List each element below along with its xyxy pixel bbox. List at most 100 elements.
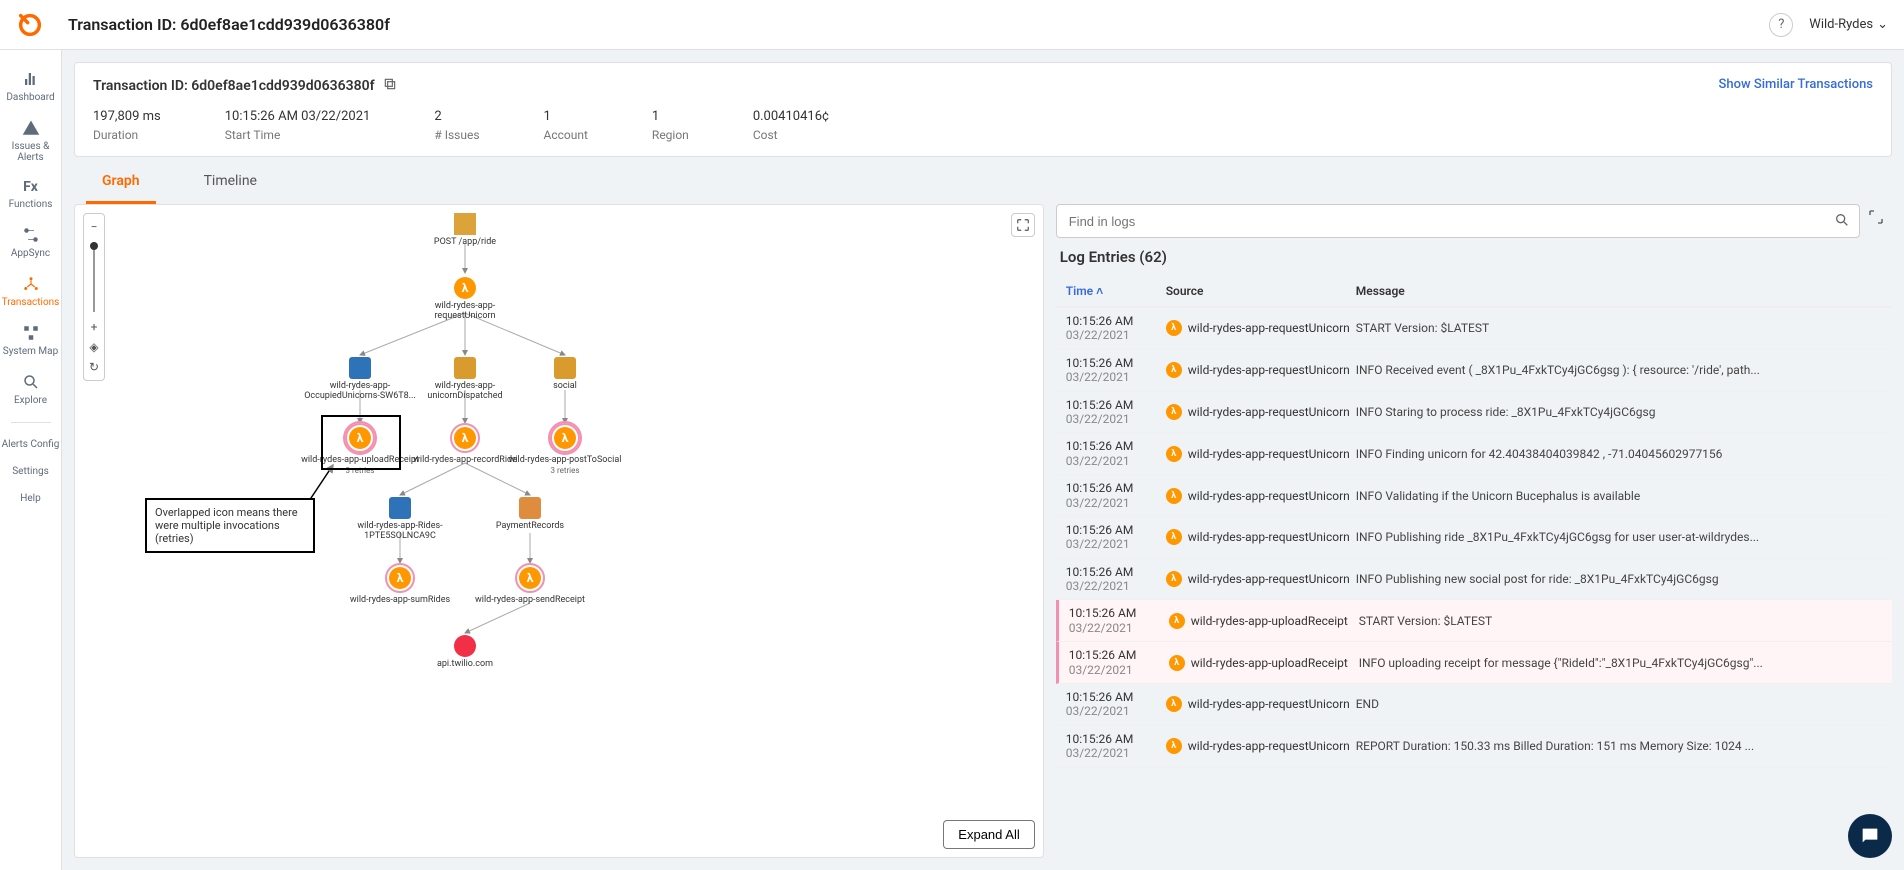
log-message: INFO Staring to process ride: _8X1Pu_4Fx… (1356, 405, 1882, 419)
chat-widget-button[interactable] (1848, 814, 1892, 858)
node-social[interactable]: social (505, 357, 625, 392)
sidebar-item-label: Issues & Alerts (12, 141, 50, 163)
apigateway-icon (454, 213, 476, 235)
node-paymentrecords[interactable]: PaymentRecords (470, 497, 590, 532)
log-time: 10:15:26 AM03/22/2021 (1066, 314, 1166, 343)
sidebar-item-explore[interactable]: Explore (1, 365, 61, 414)
stats-row: 197,809 msDuration10:15:26 AM 03/22/2021… (93, 109, 1873, 142)
log-row[interactable]: 10:15:26 AM03/22/2021 λwild-rydes-app-re… (1056, 517, 1892, 559)
sidebar-item-systemmap[interactable]: System Map (1, 316, 61, 365)
zoom-reset-button[interactable]: ↻ (85, 358, 103, 376)
similar-transactions-link[interactable]: Show Similar Transactions (1718, 77, 1873, 92)
org-name: Wild-Rydes (1809, 17, 1873, 32)
fx-icon: Fx (1, 179, 61, 195)
stat-label: Cost (753, 128, 829, 142)
log-time: 10:15:26 AM03/22/2021 (1066, 690, 1166, 719)
log-time: 10:15:26 AM03/22/2021 (1066, 398, 1166, 427)
log-row[interactable]: 10:15:26 AM03/22/2021 λwild-rydes-app-re… (1056, 350, 1892, 392)
zoom-out-button[interactable]: − (85, 218, 103, 236)
col-label: Time (1066, 284, 1093, 298)
nav-divider (11, 422, 51, 423)
stat-value: 0.00410416¢ (753, 109, 829, 124)
copy-button[interactable] (383, 77, 397, 95)
log-source: λwild-rydes-app-requestUnicorn (1166, 738, 1356, 754)
node-sendreceipt[interactable]: λ wild-rydes-app-sendReceipt (470, 563, 590, 606)
log-row[interactable]: 10:15:26 AM03/22/2021 λwild-rydes-app-re… (1056, 433, 1892, 475)
log-row[interactable]: 10:15:26 AM03/22/2021 λwild-rydes-app-re… (1056, 559, 1892, 601)
tab-graph[interactable]: Graph (86, 161, 156, 204)
log-time: 10:15:26 AM03/22/2021 (1066, 481, 1166, 510)
lambda-icon: λ (454, 427, 476, 449)
zoom-center-button[interactable]: ◈ (85, 338, 103, 356)
log-table-header: Time ˄ Source Message (1056, 276, 1892, 307)
log-source: λwild-rydes-app-requestUnicorn (1166, 446, 1356, 462)
log-col-time[interactable]: Time ˄ (1066, 284, 1166, 298)
chat-icon (1859, 825, 1881, 847)
sidebar: Dashboard Issues & Alerts Fx Functions A… (0, 50, 62, 870)
log-time: 10:15:26 AM03/22/2021 (1066, 732, 1166, 761)
log-source: λwild-rydes-app-requestUnicorn (1166, 320, 1356, 336)
twilio-icon (454, 635, 476, 657)
log-row[interactable]: 10:15:26 AM03/22/2021 λwild-rydes-app-up… (1056, 642, 1892, 684)
zoom-in-button[interactable]: + (85, 318, 103, 336)
sidebar-item-issues[interactable]: Issues & Alerts (1, 111, 61, 171)
sidebar-item-alertsconfig[interactable]: Alerts Config (1, 431, 61, 458)
log-row[interactable]: 10:15:26 AM03/22/2021 λwild-rydes-app-re… (1056, 684, 1892, 726)
lambda-icon: λ (1166, 362, 1182, 378)
log-row[interactable]: 10:15:26 AM03/22/2021 λwild-rydes-app-re… (1056, 308, 1892, 350)
log-source: λwild-rydes-app-requestUnicorn (1166, 529, 1356, 545)
node-requestunicorn[interactable]: λ wild-rydes-app-requestUnicorn (405, 277, 525, 322)
log-search (1056, 204, 1860, 238)
node-posttosocial[interactable]: λ wild-rydes-app-postToSocial 3 retries (505, 423, 625, 475)
sidebar-item-functions[interactable]: Fx Functions (1, 171, 61, 218)
log-row[interactable]: 10:15:26 AM03/22/2021 λwild-rydes-app-up… (1056, 600, 1892, 642)
summary-title-id: 6d0ef8ae1cdd939d0636380f (191, 78, 374, 94)
node-label: wild-rydes-app-requestUnicorn (405, 302, 525, 322)
sidebar-item-dashboard[interactable]: Dashboard (1, 62, 61, 111)
tab-timeline[interactable]: Timeline (188, 161, 273, 204)
node-api[interactable]: POST /app/ride (405, 213, 525, 248)
org-selector[interactable]: Wild-Rydes ⌄ (1809, 17, 1888, 32)
log-time: 10:15:26 AM03/22/2021 (1069, 606, 1169, 635)
expand-graph-button[interactable] (1011, 213, 1035, 237)
zoom-thumb[interactable] (90, 242, 98, 250)
zoom-slider[interactable] (93, 242, 95, 312)
sidebar-item-label: Settings (12, 466, 49, 477)
log-count: 62 (1145, 248, 1162, 266)
log-row[interactable]: 10:15:26 AM03/22/2021 λwild-rydes-app-re… (1056, 392, 1892, 434)
node-twilio[interactable]: api.twilio.com (405, 635, 525, 670)
log-col-message[interactable]: Message (1356, 284, 1882, 298)
node-occupied[interactable]: wild-rydes-app-OccupiedUnicorns-SW6T8... (300, 357, 420, 402)
page-title-prefix: Transaction ID: (68, 15, 180, 34)
log-row[interactable]: 10:15:26 AM03/22/2021 λwild-rydes-app-re… (1056, 475, 1892, 517)
dynamodb-icon (349, 357, 371, 379)
lambda-icon: λ (1166, 488, 1182, 504)
log-search-input[interactable] (1056, 204, 1860, 238)
graph-panel: − + ◈ ↻ Expand All (74, 204, 1044, 858)
sidebar-item-help[interactable]: Help (1, 485, 61, 512)
log-row[interactable]: 10:15:26 AM03/22/2021 λwild-rydes-app-re… (1056, 726, 1892, 768)
sidebar-item-transactions[interactable]: Transactions (1, 267, 61, 316)
log-message: INFO Publishing ride _8X1Pu_4FxkTCy4jGC6… (1356, 530, 1882, 544)
log-message: INFO Publishing new social post for ride… (1356, 572, 1882, 586)
sidebar-item-appsync[interactable]: AppSync (1, 218, 61, 267)
stat-label: # Issues (434, 128, 479, 142)
log-entries-title: Log Entries (62) (1056, 248, 1892, 266)
stat-item: 1Region (652, 109, 689, 142)
expand-all-button[interactable]: Expand All (943, 820, 1034, 849)
expand-logs-button[interactable] (1868, 209, 1892, 233)
copy-icon (383, 77, 397, 91)
stat-value: 1 (652, 109, 689, 124)
node-sumrides[interactable]: λ wild-rydes-app-sumRides (340, 563, 460, 606)
sidebar-item-settings[interactable]: Settings (1, 458, 61, 485)
help-icon: ? (1778, 17, 1784, 32)
stat-item: 0.00410416¢ Cost (753, 109, 829, 142)
transactions-icon (22, 275, 40, 293)
highlight-box (321, 415, 401, 470)
summary-title: Transaction ID: 6d0ef8ae1cdd939d0636380f (93, 78, 375, 94)
search-icon[interactable] (1834, 212, 1850, 232)
stat-item: 197,809 msDuration (93, 109, 161, 142)
node-rides[interactable]: wild-rydes-app-Rides-1PTE5SOLNCA9C (340, 497, 460, 542)
help-button[interactable]: ? (1769, 13, 1793, 37)
log-col-source[interactable]: Source (1166, 284, 1356, 298)
